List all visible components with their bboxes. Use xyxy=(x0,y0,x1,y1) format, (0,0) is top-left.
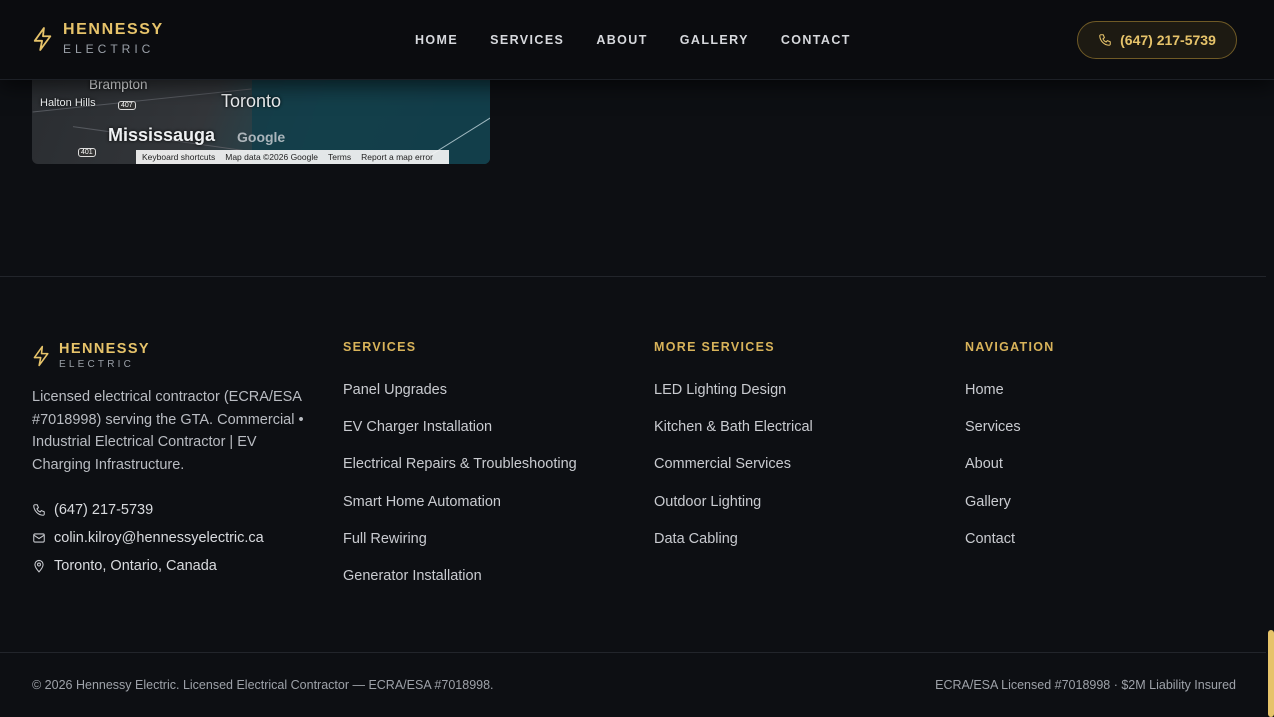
logo-subtitle: ELECTRIC xyxy=(63,42,155,56)
map-label-halton-hills: Halton Hills xyxy=(40,97,96,109)
company-description: Licensed electrical contractor (ECRA/ESA… xyxy=(32,389,304,473)
nav-contact[interactable]: CONTACT xyxy=(781,33,851,47)
footer-nav-services[interactable]: Services xyxy=(965,419,1055,456)
map-report-error[interactable]: Report a map error xyxy=(361,152,433,162)
google-logo: Google xyxy=(237,129,286,145)
map-label-brampton: Brampton xyxy=(89,80,148,92)
phone-icon xyxy=(33,504,45,516)
google-map[interactable]: Brampton Toronto Halton Hills Mississaug… xyxy=(32,80,490,164)
footer-link[interactable]: EV Charger Installation xyxy=(343,419,577,456)
map-data: Map data ©2026 Google xyxy=(225,152,318,162)
footer-link[interactable]: LED Lighting Design xyxy=(654,382,813,419)
contact-phone[interactable]: (647) 217-5739 xyxy=(32,496,264,524)
contact-email-text: colin.kilroy@hennessyelectric.ca xyxy=(54,530,264,546)
lightning-bolt-icon xyxy=(33,345,49,366)
copyright-text: © 2026 Hennessy Electric. Licensed Elect… xyxy=(32,678,494,692)
map-terms[interactable]: Terms xyxy=(328,152,351,162)
highway-shield: 407 xyxy=(118,101,136,110)
nav-about[interactable]: ABOUT xyxy=(596,33,647,47)
more-services-heading: MORE SERVICES xyxy=(654,340,775,354)
logo-name: HENNESSY xyxy=(63,21,164,38)
footer-nav-home[interactable]: Home xyxy=(965,382,1055,419)
footer-link[interactable]: Kitchen & Bath Electrical xyxy=(654,419,813,456)
header-logo[interactable]: HENNESSY ELECTRIC xyxy=(32,22,164,55)
phone-icon xyxy=(1099,34,1111,46)
footer-link[interactable]: Electrical Repairs & Troubleshooting xyxy=(343,456,577,493)
footer-divider xyxy=(0,652,1266,653)
map-pin-icon xyxy=(34,559,44,573)
highway-shield: 401 xyxy=(78,148,96,157)
footer-link[interactable]: Commercial Services xyxy=(654,456,813,493)
footer-nav-contact[interactable]: Contact xyxy=(965,531,1055,568)
footer-link[interactable]: Outdoor Lighting xyxy=(654,494,813,531)
footer-link[interactable]: Data Cabling xyxy=(654,531,813,568)
footer-nav-gallery[interactable]: Gallery xyxy=(965,494,1055,531)
contact-phone-text: (647) 217-5739 xyxy=(54,502,154,518)
contact-location: Toronto, Ontario, Canada xyxy=(32,552,264,580)
map-label-mississauga: Mississauga xyxy=(108,125,216,145)
footer-logo[interactable]: HENNESSY ELECTRIC xyxy=(32,342,150,370)
navigation-heading: NAVIGATION xyxy=(965,340,1055,354)
nav-services[interactable]: SERVICES xyxy=(490,33,564,47)
services-heading: SERVICES xyxy=(343,340,417,354)
call-button[interactable]: (647) 217-5739 xyxy=(1077,21,1237,59)
footer-navigation-column: NAVIGATION Home Services About Gallery C… xyxy=(965,340,1055,568)
footer-logo-subtitle: ELECTRIC xyxy=(59,358,135,370)
map-keyboard-shortcuts[interactable]: Keyboard shortcuts xyxy=(142,152,215,162)
footer-nav-about[interactable]: About xyxy=(965,456,1055,493)
scrollbar-thumb[interactable] xyxy=(1268,630,1274,717)
footer-more-services-column: MORE SERVICES LED Lighting Design Kitche… xyxy=(654,340,813,568)
contact-email[interactable]: colin.kilroy@hennessyelectric.ca xyxy=(32,524,264,552)
footer-link[interactable]: Generator Installation xyxy=(343,568,577,605)
footer-link[interactable]: Smart Home Automation xyxy=(343,494,577,531)
footer-logo-name: HENNESSY xyxy=(59,341,150,357)
map-label-toronto: Toronto xyxy=(221,91,282,111)
license-text: ECRA/ESA Licensed #7018998 · $2M Liabili… xyxy=(935,678,1236,692)
site-header: HENNESSY ELECTRIC HOME SERVICES ABOUT GA… xyxy=(0,0,1274,80)
footer-link[interactable]: Panel Upgrades xyxy=(343,382,577,419)
contact-location-text: Toronto, Ontario, Canada xyxy=(54,558,217,574)
nav-gallery[interactable]: GALLERY xyxy=(680,33,749,47)
mail-icon xyxy=(33,533,45,543)
main-nav: HOME SERVICES ABOUT GALLERY CONTACT xyxy=(415,33,883,47)
section-divider xyxy=(0,276,1266,277)
footer-link[interactable]: Full Rewiring xyxy=(343,531,577,568)
map-attribution: Keyboard shortcuts Map data ©2026 Google… xyxy=(136,150,449,164)
call-button-label: (647) 217-5739 xyxy=(1120,32,1216,48)
nav-home[interactable]: HOME xyxy=(415,33,458,47)
lightning-bolt-icon xyxy=(33,26,52,51)
contact-list: (647) 217-5739 colin.kilroy@hennessyelec… xyxy=(32,496,264,580)
footer-services-column: SERVICES Panel Upgrades EV Charger Insta… xyxy=(343,340,577,605)
